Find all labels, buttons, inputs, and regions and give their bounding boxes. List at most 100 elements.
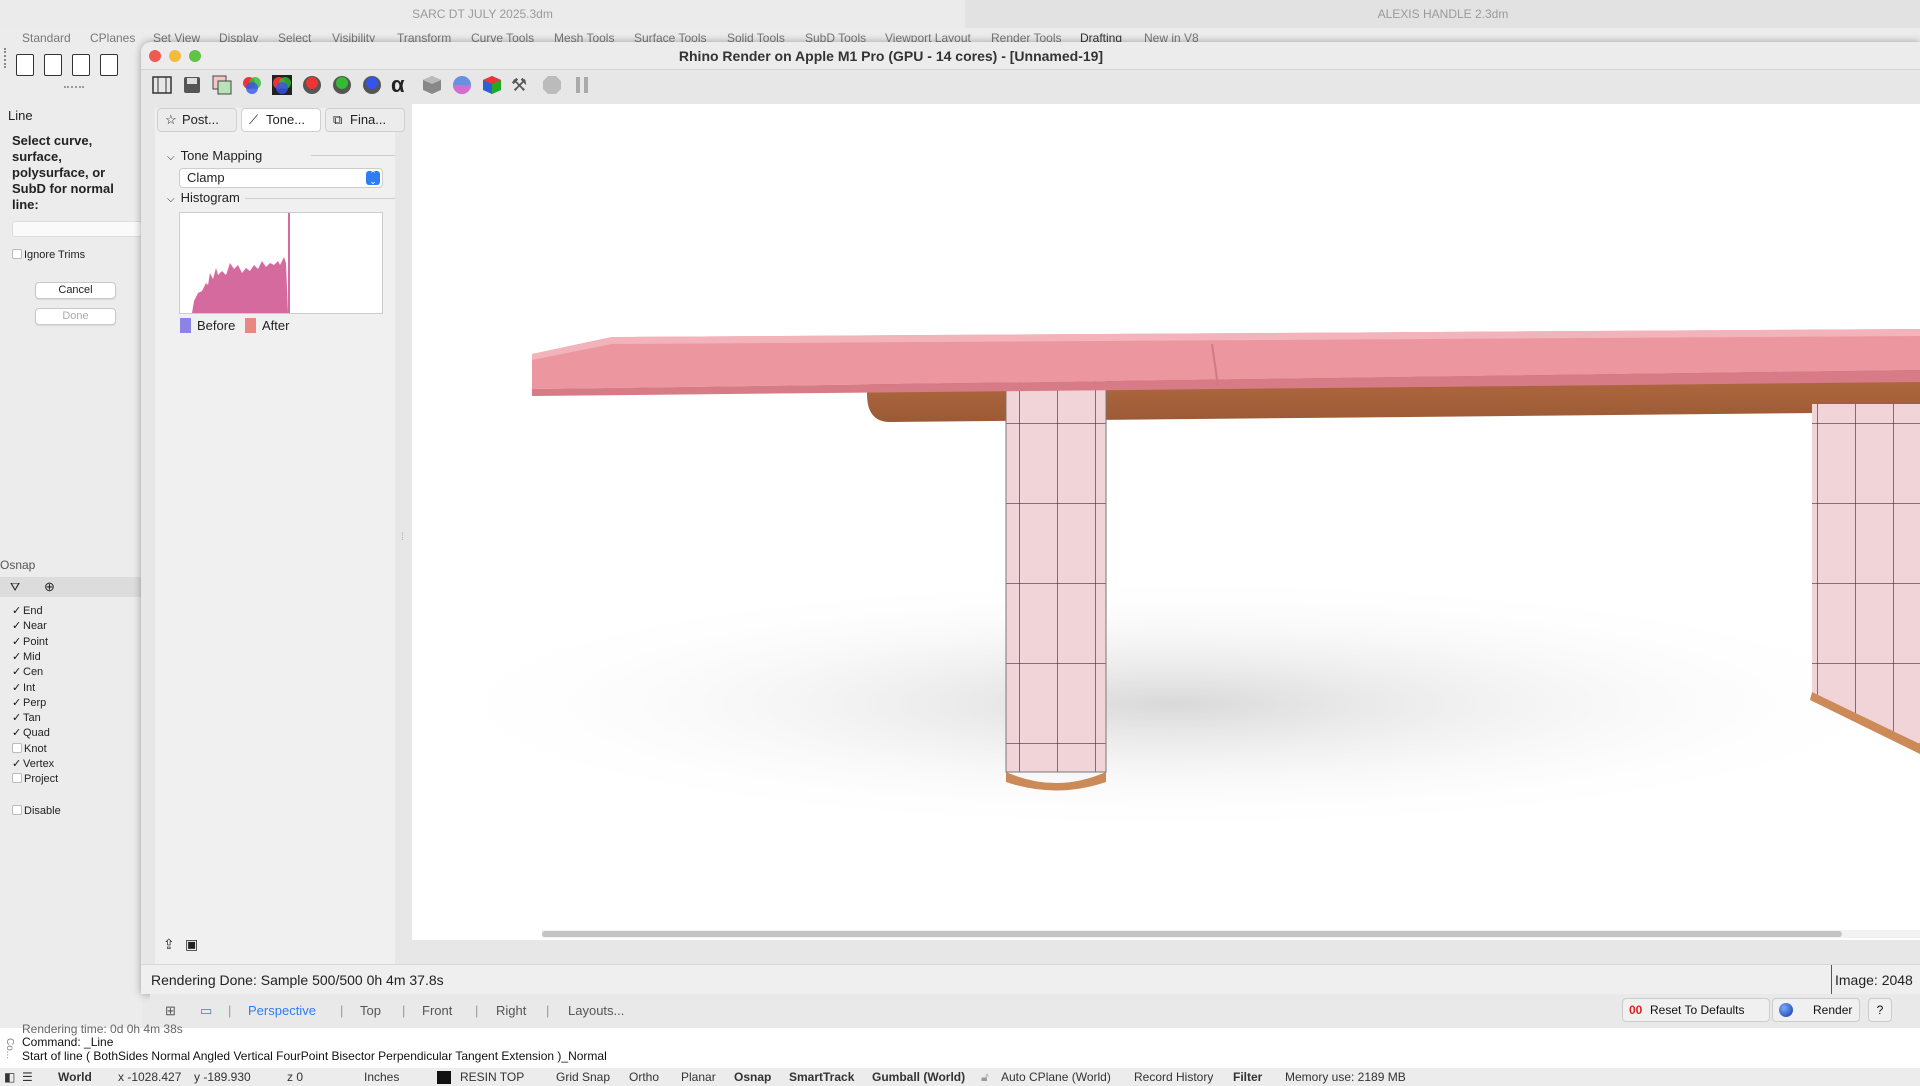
single-view-icon[interactable]: ▭	[200, 1003, 212, 1019]
blue-channel-icon[interactable]	[361, 74, 383, 96]
osnap-item-project[interactable]: Project	[12, 772, 58, 786]
filter-icon[interactable]: ⛛	[10, 580, 20, 595]
document-tab-right[interactable]: ALEXIS HANDLE 2.3dm	[966, 0, 1920, 28]
histogram-section[interactable]: ⌵ Histogram	[167, 190, 240, 205]
osnap-label: Knot	[24, 742, 47, 755]
tone-mapping-select[interactable]: Clamp ⌃ ⌄	[179, 168, 383, 188]
red-channel-icon[interactable]	[301, 74, 323, 96]
tab-standard[interactable]: Standard	[22, 31, 71, 45]
auto-cplane-toggle[interactable]: Auto CPlane (World)	[1001, 1070, 1111, 1084]
done-button[interactable]: Done	[35, 308, 116, 325]
osnap-toggle[interactable]: Osnap	[734, 1070, 771, 1084]
tab-post-effects[interactable]: ☆ Post...	[157, 108, 237, 132]
help-button[interactable]: ?	[1868, 998, 1892, 1022]
coord-z: z 0	[287, 1070, 304, 1084]
ignore-trims-option[interactable]: Ignore Trims	[12, 249, 85, 261]
osnap-item-knot[interactable]: Knot	[12, 742, 47, 756]
cplane-world[interactable]: World	[58, 1070, 92, 1084]
pause-render-icon[interactable]	[571, 74, 593, 96]
units[interactable]: Inches	[364, 1070, 399, 1084]
osnap-item-int[interactable]: ✓ Int	[12, 681, 35, 695]
record-history-toggle[interactable]: Record History	[1134, 1070, 1213, 1084]
osnap-item-quad[interactable]: ✓ Quad	[12, 726, 50, 740]
horizontal-scrollbar[interactable]	[542, 930, 1920, 938]
gumball-toggle[interactable]: Gumball (World)	[872, 1070, 965, 1084]
splitter-handle-icon[interactable]: ⁞	[401, 532, 404, 543]
save-render-icon[interactable]	[181, 74, 203, 96]
osnap-checkbox[interactable]: ✓	[12, 681, 23, 695]
rgb-channels-icon[interactable]	[241, 74, 263, 96]
osnap-checkbox[interactable]: ✓	[12, 757, 23, 771]
magic-wand-icon[interactable]: ⚒	[511, 74, 533, 96]
tone-mapping-section[interactable]: ⌵ Tone Mapping	[167, 148, 262, 163]
cancel-button[interactable]: Cancel	[35, 282, 116, 299]
stop-render-icon[interactable]	[541, 74, 563, 96]
viewport-tabs-bar: ⊞ ▭ | Perspective | Top | Front | Right …	[150, 994, 1920, 1028]
tab-final[interactable]: ⧉ Fina...	[325, 108, 405, 132]
import-file-icon[interactable]	[72, 54, 90, 76]
render-viewport[interactable]	[412, 104, 1920, 940]
osnap-checkbox[interactable]: ✓	[12, 665, 23, 679]
normals-channel-icon[interactable]	[451, 74, 473, 96]
osnap-item-perp[interactable]: ✓ Perp	[12, 696, 46, 710]
render-button[interactable]: Render	[1772, 998, 1860, 1022]
tab-cplanes[interactable]: CPlanes	[90, 31, 135, 45]
current-layer[interactable]: RESIN TOP	[460, 1070, 524, 1084]
osnap-checkbox[interactable]: ✓	[12, 711, 23, 725]
smarttrack-toggle[interactable]: SmartTrack	[789, 1070, 854, 1084]
osnap-checkbox[interactable]	[12, 742, 22, 753]
panel-grip-icon[interactable]	[64, 86, 84, 88]
grid-snap-toggle[interactable]: Grid Snap	[556, 1070, 610, 1084]
osnap-checkbox[interactable]: ✓	[12, 650, 23, 664]
green-channel-icon[interactable]	[331, 74, 353, 96]
command-input[interactable]	[12, 221, 142, 237]
tab-tone-mapping[interactable]: ⟋ Tone...	[241, 108, 321, 132]
planar-toggle[interactable]: Planar	[681, 1070, 716, 1084]
osnap-item-vertex[interactable]: ✓ Vertex	[12, 757, 54, 771]
osnap-checkbox[interactable]: ✓	[12, 726, 23, 740]
reset-to-defaults-button[interactable]: 00 Reset To Defaults	[1622, 998, 1770, 1022]
osnap-disable[interactable]: Disable	[12, 804, 61, 818]
save-file-icon[interactable]	[100, 54, 118, 76]
osnap-checkbox[interactable]: ✓	[12, 696, 23, 710]
osnap-item-near[interactable]: ✓ Near	[12, 619, 47, 633]
osnap-item-end[interactable]: ✓ End	[12, 604, 43, 618]
histogram-label: Histogram	[180, 190, 240, 205]
command-title: Line	[8, 108, 33, 123]
save-settings-icon[interactable]: ▣	[185, 936, 198, 953]
tab-perspective[interactable]: Perspective	[248, 1003, 316, 1018]
tab-layouts[interactable]: Layouts...	[568, 1003, 624, 1018]
render-settings-icon[interactable]	[151, 74, 173, 96]
scrollbar-thumb[interactable]	[542, 931, 1842, 937]
command-line-2: Command: _Line	[22, 1035, 114, 1049]
osnap-item-point[interactable]: ✓ Point	[12, 635, 48, 649]
grid-layout-icon[interactable]: ⊞	[165, 1003, 176, 1019]
new-file-icon[interactable]	[16, 54, 34, 76]
alpha-channel-icon[interactable]: α	[391, 74, 413, 96]
osnap-checkbox[interactable]: ✓	[12, 619, 23, 633]
osnap-item-cen[interactable]: ✓ Cen	[12, 665, 43, 679]
osnap-checkbox[interactable]: ✓	[12, 635, 23, 649]
ortho-toggle[interactable]: Ortho	[629, 1070, 659, 1084]
open-file-icon[interactable]	[44, 54, 62, 76]
osnap-item-mid[interactable]: ✓ Mid	[12, 650, 41, 664]
osnap-item-tan[interactable]: ✓ Tan	[12, 711, 41, 725]
copy-render-icon[interactable]	[211, 74, 233, 96]
tab-front[interactable]: Front	[422, 1003, 452, 1018]
filter-toggle[interactable]: Filter	[1233, 1070, 1262, 1084]
tab-top[interactable]: Top	[360, 1003, 381, 1018]
osnap-settings-icon[interactable]: ⊕	[44, 579, 55, 595]
rgb-channels-alt-icon[interactable]	[271, 74, 293, 96]
disable-checkbox[interactable]	[12, 805, 22, 815]
document-tab-left[interactable]: SARC DT JULY 2025.3dm	[0, 0, 965, 28]
material-channel-icon[interactable]	[481, 74, 503, 96]
drag-handle-icon[interactable]	[4, 48, 7, 68]
osnap-checkbox[interactable]	[12, 773, 22, 784]
list-icon[interactable]: ☰	[22, 1070, 33, 1084]
load-settings-icon[interactable]: ⇪	[163, 936, 175, 953]
osnap-checkbox[interactable]: ✓	[12, 604, 23, 618]
tab-right[interactable]: Right	[496, 1003, 526, 1018]
panel-toggle-icon[interactable]: ◧	[4, 1070, 15, 1084]
depth-channel-icon[interactable]	[421, 74, 443, 96]
ignore-trims-checkbox[interactable]	[12, 249, 22, 259]
